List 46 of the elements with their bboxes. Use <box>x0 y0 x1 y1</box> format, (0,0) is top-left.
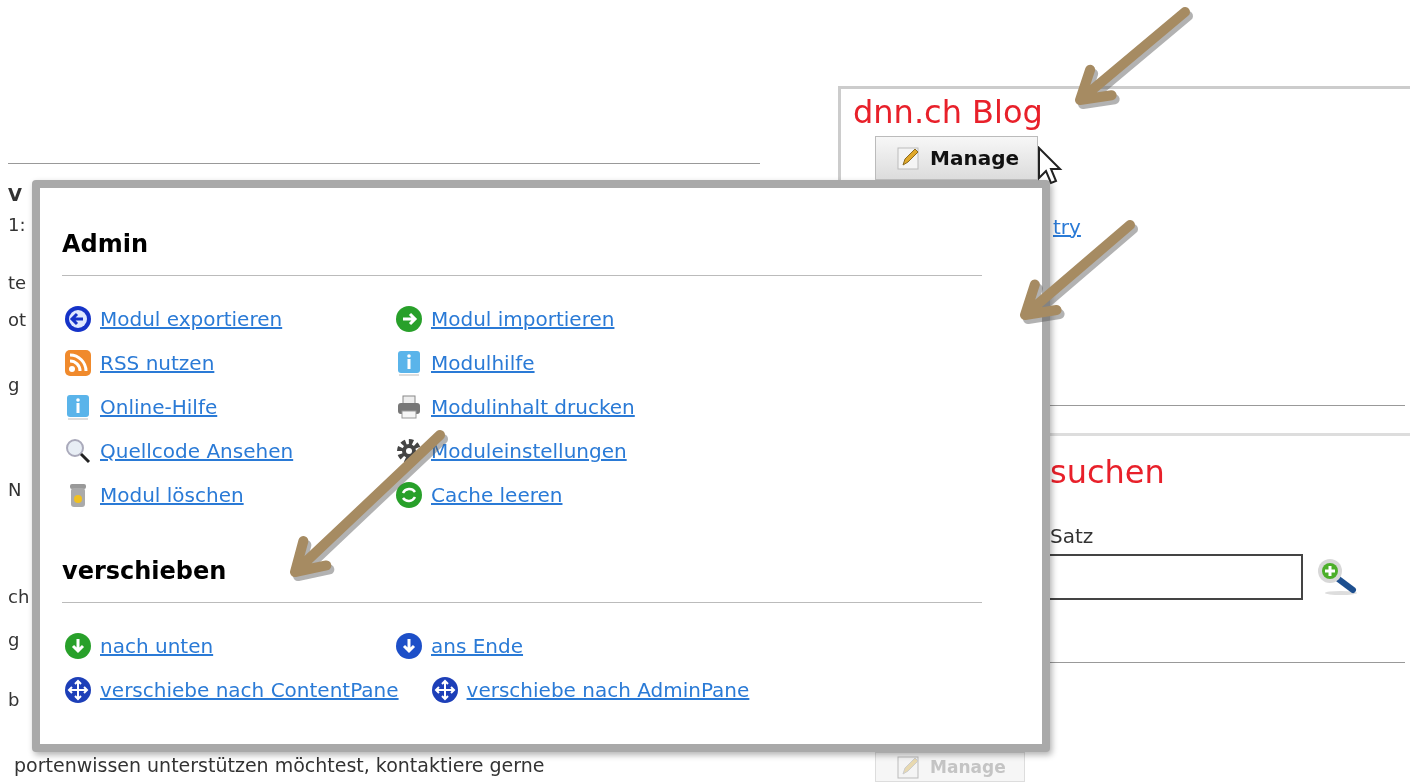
arrow-down-icon <box>64 632 92 660</box>
pencil-icon <box>896 754 922 780</box>
text-fragment: V <box>8 183 22 207</box>
info-icon <box>395 349 423 377</box>
menu-link[interactable]: ans Ende <box>431 634 524 658</box>
menu-link[interactable]: Modulinhalt drucken <box>431 395 635 419</box>
panel-title: dnn.ch Blog <box>853 93 1043 131</box>
text-fragment: g <box>8 373 20 397</box>
menu-link[interactable]: RSS nutzen <box>100 351 215 375</box>
text-fragment: ot <box>8 308 27 332</box>
menu-link[interactable]: Modul exportieren <box>100 307 283 331</box>
text-fragment: N <box>8 478 22 502</box>
menu-link[interactable]: Quellcode Ansehen <box>100 439 294 463</box>
section-heading: verschieben <box>62 557 227 585</box>
body-text: portenwissen unterstützen möchtest, kontaktiere gerne <box>14 754 545 776</box>
menu-link[interactable]: Online-Hilfe <box>100 395 218 419</box>
manage-button[interactable]: Manage <box>875 136 1038 180</box>
menu-link[interactable]: Modulhilfe <box>431 351 535 375</box>
menu-link[interactable]: verschiebe nach AdminPane <box>466 678 750 702</box>
menu-link[interactable]: Cache leeren <box>431 483 563 507</box>
text-fragment: 1: <box>8 213 26 237</box>
menu-link[interactable]: Modul löschen <box>100 483 244 507</box>
menu-link[interactable]: Modul importieren <box>431 307 615 331</box>
info-icon <box>64 393 92 421</box>
text-fragment: b <box>8 688 20 712</box>
menu-link[interactable]: nach unten <box>100 634 214 658</box>
menu-link[interactable]: Moduleinstellungen <box>431 439 627 463</box>
pencil-icon <box>896 145 922 171</box>
rss-icon <box>64 349 92 377</box>
refresh-icon <box>395 481 423 509</box>
settings-icon <box>395 437 423 465</box>
arrow-right-icon <box>395 305 423 333</box>
move-icon <box>430 676 459 704</box>
arrow-down-icon <box>395 632 423 660</box>
text-fragment: te <box>8 271 27 295</box>
menu-link[interactable]: verschiebe nach ContentPane <box>100 678 399 702</box>
text-fragment: ch <box>8 585 30 609</box>
field-label: Satz <box>1049 524 1094 548</box>
text-fragment: g <box>8 628 20 652</box>
search-icon[interactable] <box>1315 558 1359 596</box>
move-icon <box>64 676 92 704</box>
panel-title: suchen <box>1049 454 1165 490</box>
printer-icon <box>395 393 423 421</box>
search-icon <box>64 437 92 465</box>
section-heading: Admin <box>62 230 149 258</box>
arrow-left-icon <box>64 305 92 333</box>
